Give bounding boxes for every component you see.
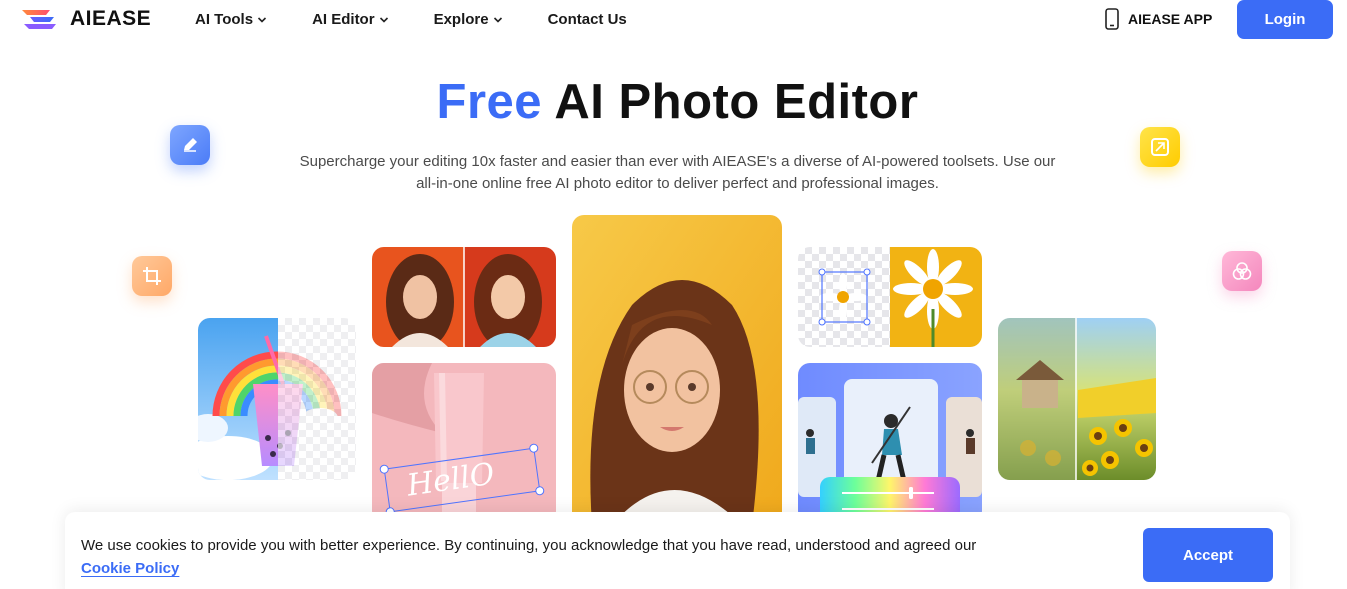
sunflower-field-image bbox=[998, 318, 1156, 480]
nav-ai-tools-label: AI Tools bbox=[195, 11, 254, 28]
portrait-comparison-image bbox=[372, 247, 556, 347]
brand-name: AIEASE bbox=[70, 7, 152, 30]
overlap-circles-icon bbox=[1222, 251, 1262, 291]
nav-ai-tools[interactable]: AI Tools bbox=[195, 11, 267, 28]
nav-explore[interactable]: Explore bbox=[434, 11, 503, 28]
chevron-down-icon bbox=[493, 16, 502, 23]
title-rest: AI Photo Editor bbox=[554, 75, 919, 129]
resize-icon bbox=[1140, 127, 1180, 167]
nav-contact-us[interactable]: Contact Us bbox=[548, 11, 627, 28]
top-navbar: AIEASE AI Tools AI Editor Explore Contac… bbox=[0, 0, 1347, 40]
nav-ai-editor-label: AI Editor bbox=[312, 11, 375, 28]
accept-cookies-button[interactable]: Accept bbox=[1143, 528, 1273, 582]
hero-subtitle-line2: all-in-one online free AI photo editor t… bbox=[416, 175, 939, 192]
nav-explore-label: Explore bbox=[433, 11, 489, 28]
aiease-logo-icon bbox=[22, 10, 56, 29]
cookie-banner: We use cookies to provide you with bette… bbox=[65, 512, 1290, 589]
chevron-down-icon bbox=[257, 16, 267, 23]
title-accent: Free bbox=[436, 75, 543, 129]
transparent-bg-pattern bbox=[278, 318, 356, 480]
nav-contact-us-label: Contact Us bbox=[547, 11, 627, 28]
page-title: Free AI Photo Editor bbox=[0, 74, 1347, 130]
background-remover-daisy-sample bbox=[798, 247, 982, 347]
brand-logo[interactable]: AIEASE bbox=[20, 6, 151, 32]
resize-handle[interactable] bbox=[379, 464, 390, 475]
skier-image bbox=[798, 363, 982, 523]
background-remover-sample bbox=[198, 318, 356, 480]
app-link-label: AIEASE APP bbox=[1128, 11, 1213, 27]
photo-enhancer-skier-sample bbox=[798, 363, 982, 523]
woman-portrait-image bbox=[572, 215, 782, 525]
app-download-link[interactable]: AIEASE APP bbox=[1104, 8, 1212, 30]
hero-subtitle-line1: Supercharge your editing 10x faster and … bbox=[299, 153, 1056, 170]
phone-icon bbox=[1105, 8, 1119, 30]
hero-subtitle: Supercharge your editing 10x faster and … bbox=[270, 151, 1085, 195]
pencil-edit-icon bbox=[170, 125, 210, 165]
cookie-text: We use cookies to provide you with bette… bbox=[81, 537, 977, 554]
main-nav: AI Tools AI Editor Explore Contact Us bbox=[195, 11, 627, 28]
chevron-down-icon bbox=[379, 16, 388, 23]
daisy-image bbox=[818, 247, 982, 347]
cookie-policy-link[interactable]: Cookie Policy bbox=[81, 557, 179, 580]
ai-art-portrait-sample bbox=[372, 247, 556, 347]
cookie-message: We use cookies to provide you with bette… bbox=[81, 534, 1061, 580]
product-photo-sample: HellO bbox=[372, 363, 556, 523]
nav-ai-editor[interactable]: AI Editor bbox=[312, 11, 389, 28]
ai-photo-editor-hero-sample bbox=[572, 215, 782, 525]
photo-restore-sunflower-sample bbox=[998, 318, 1156, 480]
crop-icon bbox=[132, 256, 172, 296]
hello-overlay-text: HellO bbox=[404, 456, 497, 504]
login-button[interactable]: Login bbox=[1237, 0, 1333, 39]
page: AIEASE AI Tools AI Editor Explore Contac… bbox=[0, 0, 1347, 589]
